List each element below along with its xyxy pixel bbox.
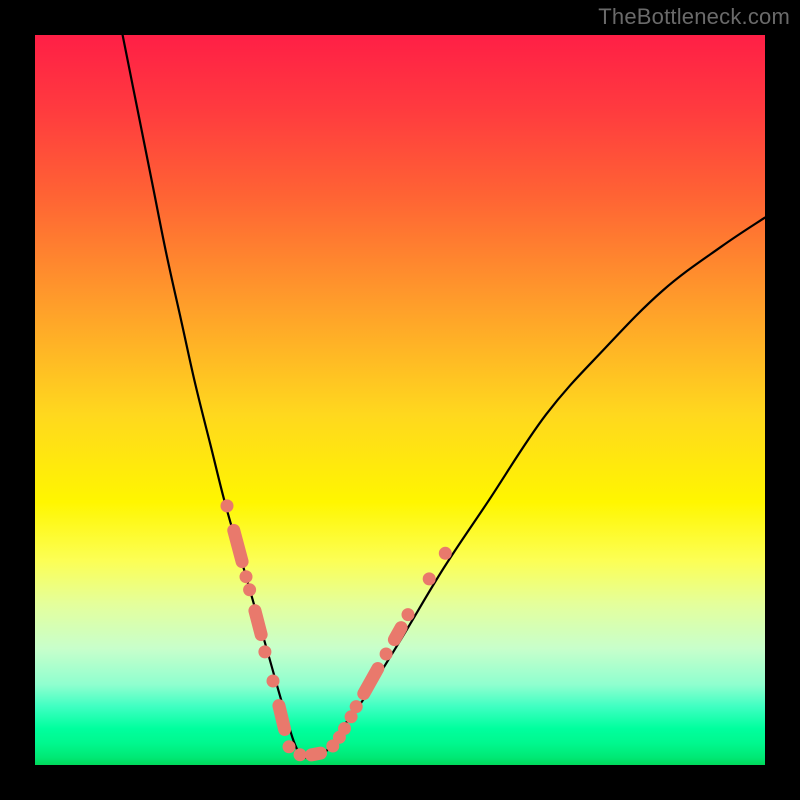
curve-dot — [338, 722, 351, 735]
watermark-text: TheBottleneck.com — [598, 4, 790, 30]
curve-dot — [221, 499, 234, 512]
curve-segment — [226, 522, 250, 569]
curve-segment — [386, 619, 410, 649]
curve-dot — [380, 648, 393, 661]
curve-dot — [294, 748, 307, 761]
curve-dot — [258, 645, 271, 658]
curve-dot — [350, 700, 363, 713]
plot-area — [35, 35, 765, 765]
curve-segment — [304, 745, 328, 762]
curve-dot — [240, 570, 253, 583]
curve-dot — [423, 572, 436, 585]
chart-frame: TheBottleneck.com — [0, 0, 800, 800]
curve-segment — [355, 660, 387, 703]
chart-svg — [35, 35, 765, 765]
curve-dot — [283, 740, 296, 753]
curve-dot — [243, 583, 256, 596]
curve-dot — [402, 608, 415, 621]
curve-dot — [439, 547, 452, 560]
curve-dot — [267, 675, 280, 688]
bottleneck-curve — [123, 35, 765, 758]
curve-segment — [247, 603, 269, 643]
curve-segment — [271, 698, 292, 737]
curve-markers — [221, 499, 452, 762]
